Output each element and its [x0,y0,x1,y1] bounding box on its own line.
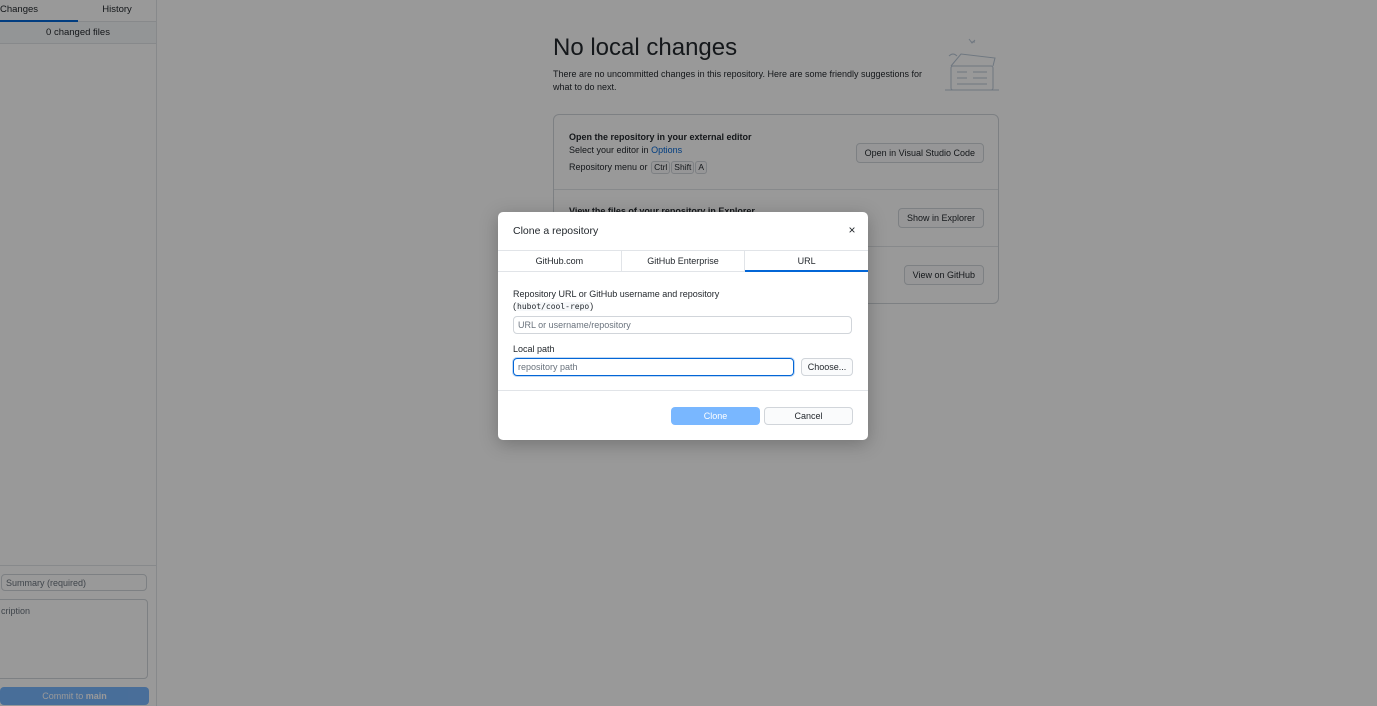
dialog-tabs: GitHub.com GitHub Enterprise URL [498,250,868,272]
tab-url[interactable]: URL [745,251,868,272]
tab-github-enterprise[interactable]: GitHub Enterprise [622,251,746,271]
local-path-input[interactable]: repository path [513,358,794,376]
repository-url-input[interactable]: URL or username/repository [513,316,852,334]
cancel-button[interactable]: Cancel [764,407,853,425]
clone-dialog: Clone a repository × GitHub.com GitHub E… [498,212,868,440]
clone-button[interactable]: Clone [671,407,760,425]
local-path-label: Local path [513,344,555,354]
dialog-footer: Clone Cancel [498,390,868,440]
url-label-text: Repository URL or GitHub username and re… [513,289,720,299]
dialog-title: Clone a repository [513,225,599,237]
url-example: hubot/cool-repo [516,302,591,311]
choose-button[interactable]: Choose... [801,358,853,376]
close-icon[interactable]: × [845,223,859,237]
url-field-label: Repository URL or GitHub username and re… [513,289,720,311]
tab-github-com[interactable]: GitHub.com [498,251,622,271]
